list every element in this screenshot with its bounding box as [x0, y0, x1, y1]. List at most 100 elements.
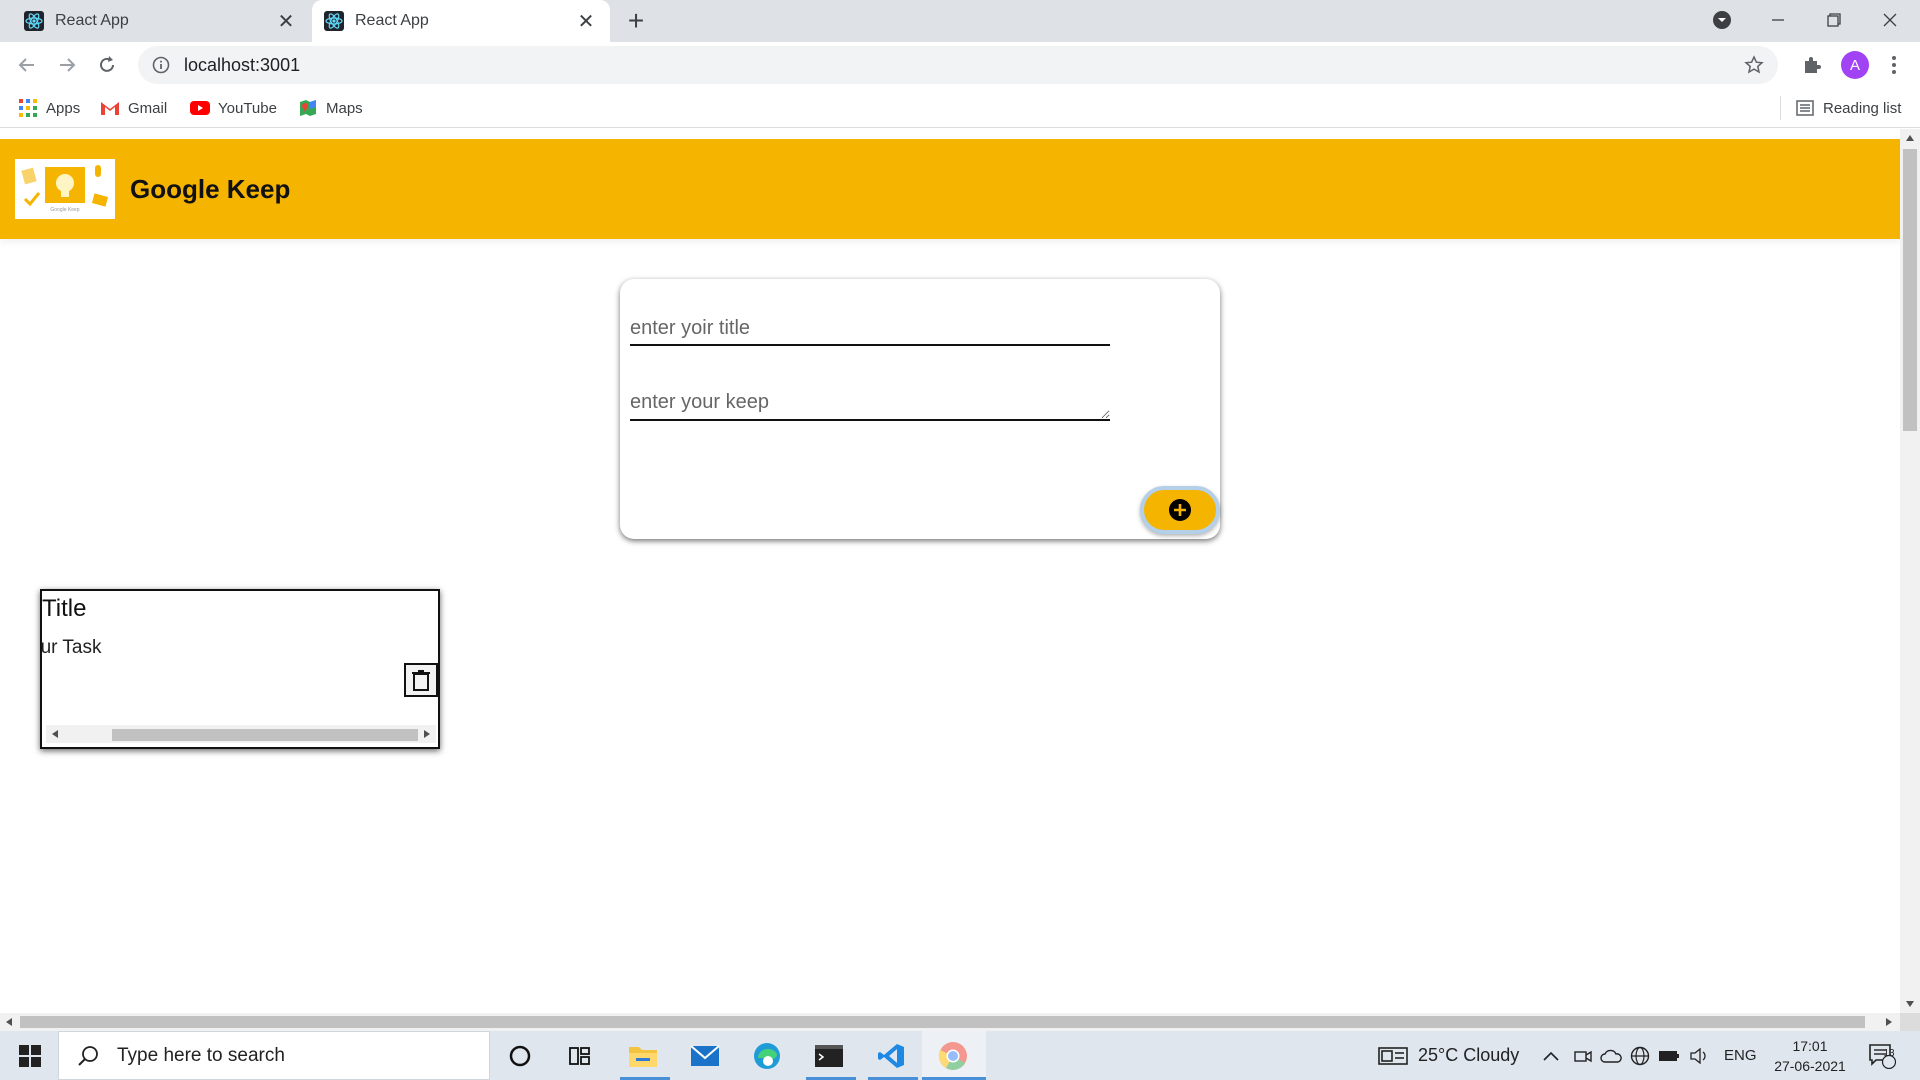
tab-title: React App: [55, 12, 129, 29]
note-title-input[interactable]: [630, 313, 1110, 346]
profile-avatar[interactable]: A: [1841, 51, 1869, 79]
terminal-icon: [815, 1045, 843, 1067]
note-form: [620, 279, 1220, 539]
apps-grid-icon: [18, 98, 38, 118]
folder-icon: [629, 1047, 657, 1067]
action-center-button[interactable]: 13: [1868, 1031, 1896, 1080]
bookmark-gmail[interactable]: Gmail: [100, 96, 167, 120]
note-horizontal-scrollbar[interactable]: [46, 725, 436, 743]
windows-taskbar: Type here to search 25°C Cloudy ENG 17:0…: [0, 1031, 1920, 1080]
note-title: Title: [42, 595, 87, 622]
tab-search-button[interactable]: [1694, 0, 1750, 40]
terminal-button[interactable]: [811, 1038, 847, 1074]
battery-button[interactable]: [1658, 1031, 1680, 1080]
edge-icon: [754, 1043, 780, 1069]
trash-icon: [412, 670, 430, 691]
scroll-up-icon[interactable]: [1906, 135, 1914, 141]
scrollbar-corner: [1900, 1013, 1920, 1031]
cortana-icon: [509, 1045, 531, 1067]
volume-button[interactable]: [1690, 1031, 1710, 1080]
weather-icon: [1378, 1046, 1408, 1065]
cortana-button[interactable]: [502, 1038, 538, 1074]
url-text: localhost:3001: [184, 54, 301, 75]
reload-button[interactable]: [92, 50, 122, 80]
close-window-button[interactable]: [1862, 0, 1918, 40]
address-bar[interactable]: localhost:3001: [138, 46, 1778, 84]
windows-icon: [19, 1045, 41, 1067]
tab-strip: React App ✕ React App ✕ +: [0, 0, 1920, 42]
minimize-button[interactable]: [1750, 0, 1806, 40]
task-view-button[interactable]: [562, 1038, 598, 1074]
bookmark-label: Maps: [326, 99, 363, 117]
vscode-icon: [878, 1044, 904, 1068]
star-icon[interactable]: [1744, 55, 1764, 75]
maps-icon: [298, 98, 318, 118]
scroll-down-icon[interactable]: [1906, 1001, 1914, 1007]
tray-overflow-button[interactable]: [1543, 1031, 1559, 1080]
mail-icon: [690, 1045, 720, 1066]
forward-button[interactable]: [52, 50, 82, 80]
notification-count: 13: [1883, 1048, 1895, 1059]
reload-icon: [100, 56, 114, 72]
tab-title: React App: [355, 12, 429, 29]
active-app-highlight: [922, 1031, 986, 1077]
reading-list-button[interactable]: Reading list: [1795, 96, 1901, 120]
note-body-textarea[interactable]: [630, 387, 1110, 421]
extensions-button[interactable]: [1797, 50, 1827, 80]
battery-icon: [1659, 1050, 1679, 1061]
close-tab-icon[interactable]: ✕: [274, 9, 298, 33]
reading-list-label: Reading list: [1823, 99, 1902, 117]
scrollbar-thumb[interactable]: [20, 1016, 1865, 1028]
language-indicator[interactable]: ENG: [1724, 1031, 1757, 1080]
page-horizontal-scrollbar[interactable]: [0, 1013, 1900, 1031]
network-button[interactable]: [1630, 1031, 1650, 1080]
delete-note-button[interactable]: [404, 663, 438, 697]
add-note-button[interactable]: [1140, 486, 1220, 534]
browser-toolbar: localhost:3001 A: [0, 42, 1920, 88]
minimize-icon: [1772, 19, 1784, 21]
restore-button[interactable]: [1806, 0, 1862, 40]
arrow-right-icon: [60, 58, 76, 72]
search-placeholder: Type here to search: [117, 1044, 285, 1066]
close-tab-icon[interactable]: ✕: [574, 9, 598, 33]
scroll-left-icon[interactable]: [52, 730, 58, 738]
tab-react-app-2[interactable]: React App ✕: [312, 0, 610, 42]
onedrive-button[interactable]: [1600, 1031, 1622, 1080]
clock[interactable]: 17:01 27-06-2021: [1770, 1031, 1850, 1080]
bookmark-apps[interactable]: Apps: [18, 96, 80, 120]
info-icon[interactable]: [152, 56, 170, 74]
scroll-left-icon[interactable]: [6, 1018, 12, 1026]
weather-widget[interactable]: 25°C Cloudy: [1378, 1031, 1519, 1080]
arrow-left-icon: [18, 58, 34, 72]
gmail-icon: [100, 98, 120, 118]
vscode-button[interactable]: [873, 1038, 909, 1074]
tab-react-app-1[interactable]: React App ✕: [0, 0, 310, 42]
search-icon: [78, 1045, 98, 1066]
bookmark-maps[interactable]: Maps: [298, 96, 363, 120]
scroll-right-icon[interactable]: [1886, 1018, 1892, 1026]
more-vert-icon: [1892, 56, 1896, 74]
new-tab-button[interactable]: +: [622, 7, 650, 36]
bookmark-label: YouTube: [218, 99, 277, 117]
bookmark-label: Apps: [46, 99, 81, 117]
edge-button[interactable]: [749, 1038, 785, 1074]
app-header: Google Keep Google Keep: [0, 139, 1900, 239]
scrollbar-thumb[interactable]: [1903, 149, 1917, 431]
camera-icon: [1574, 1050, 1592, 1062]
back-button[interactable]: [12, 50, 42, 80]
chevron-up-icon: [1543, 1051, 1559, 1061]
meet-now-button[interactable]: [1574, 1031, 1592, 1080]
speaker-icon: [1690, 1047, 1706, 1064]
start-button[interactable]: [12, 1038, 48, 1074]
globe-icon: [1630, 1046, 1650, 1065]
menu-button[interactable]: [1879, 50, 1909, 80]
bookmark-youtube[interactable]: YouTube: [190, 96, 277, 120]
add-circle-icon: [1169, 499, 1191, 521]
scrollbar-thumb[interactable]: [112, 729, 418, 741]
mail-button[interactable]: [687, 1038, 723, 1074]
page-vertical-scrollbar[interactable]: [1900, 129, 1920, 1013]
taskbar-search-box[interactable]: Type here to search: [58, 1031, 490, 1080]
file-explorer-button[interactable]: [625, 1038, 661, 1074]
scroll-right-icon[interactable]: [424, 730, 430, 738]
google-keep-logo: Google Keep: [15, 159, 115, 219]
